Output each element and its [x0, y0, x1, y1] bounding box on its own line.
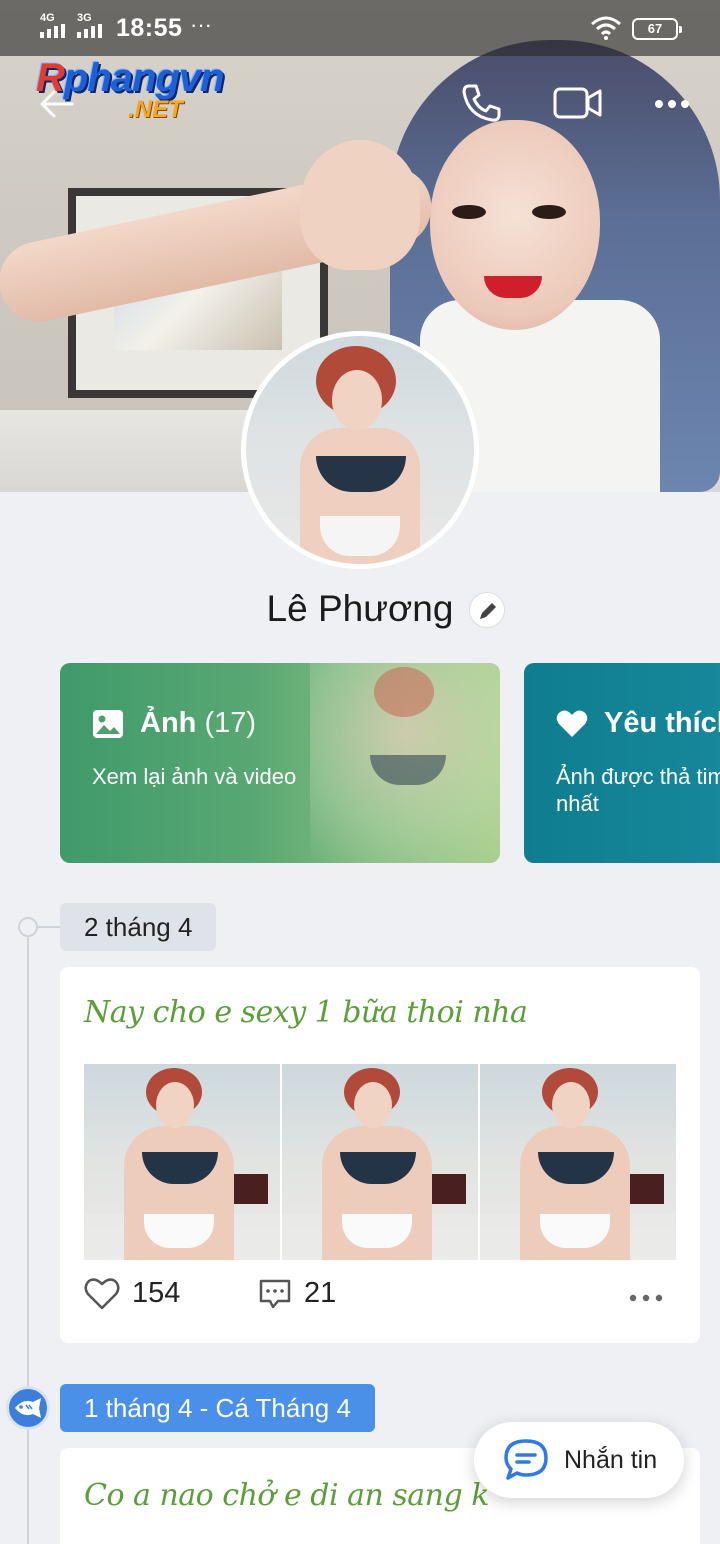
fish-icon: [15, 1398, 41, 1418]
timeline-connector: [37, 926, 61, 928]
pencil-icon: [480, 603, 496, 619]
profile-name: Lê Phương: [266, 588, 454, 629]
cover-eye-left: [452, 205, 486, 219]
cover-eye-right: [532, 205, 566, 219]
photos-card-title: Ảnh (17): [92, 707, 256, 740]
heart-outline-icon: [84, 1277, 120, 1309]
chat-bubble-icon: [504, 1439, 548, 1480]
post-image[interactable]: [282, 1064, 478, 1260]
profile-name-row: Lê Phương: [0, 588, 720, 630]
message-button-label: Nhắn tin: [564, 1445, 658, 1474]
more-options-icon[interactable]: [654, 98, 690, 110]
profile-avatar[interactable]: [241, 331, 479, 569]
comment-icon: [259, 1279, 291, 1308]
wifi-icon: [591, 16, 621, 40]
post-text: Co a nao chở e di an sang k: [84, 1478, 489, 1513]
favorites-card[interactable]: Yêu thích Ảnh được thả tim nhất: [524, 663, 720, 863]
signal-icon-2: [77, 24, 102, 38]
heart-icon: [556, 710, 588, 737]
timeline-line: [27, 926, 29, 1544]
post-actions: 154 21: [84, 1277, 676, 1329]
like-count: 154: [132, 1277, 181, 1309]
network-4g-label: 4G: [40, 12, 55, 24]
image-icon: [93, 709, 123, 738]
phone-call-icon[interactable]: [460, 82, 502, 124]
signal-icon: [40, 24, 65, 38]
edit-name-button[interactable]: [469, 592, 505, 628]
post-image[interactable]: [84, 1064, 280, 1260]
date-tag-special: 1 tháng 4 - Cá Tháng 4: [60, 1384, 375, 1432]
favorites-card-subtitle: Ảnh được thả tim nhất: [556, 764, 720, 816]
comment-button[interactable]: 21: [258, 1277, 336, 1310]
photos-card-subtitle: Xem lại ảnh và video: [92, 764, 297, 789]
post-more-icon[interactable]: [628, 1293, 664, 1303]
april-fools-badge: [6, 1386, 50, 1430]
photos-card[interactable]: Ảnh (17) Xem lại ảnh và video: [60, 663, 500, 863]
photos-card-preview: [310, 663, 500, 863]
post-image-grid: [84, 1064, 676, 1260]
date-tag: 2 tháng 4: [60, 903, 217, 951]
timeline-dot: [18, 917, 38, 937]
notification-dots: ···: [190, 12, 212, 37]
battery-icon: 67: [632, 18, 682, 40]
favorites-card-title: Yêu thích: [556, 707, 720, 740]
cover-face: [430, 120, 600, 330]
video-call-icon[interactable]: [552, 82, 604, 124]
post-text: Nay cho e sexy 1 bữa thoi nha: [84, 995, 528, 1030]
comment-count: 21: [304, 1277, 337, 1309]
post-image[interactable]: [480, 1064, 676, 1260]
clock: 18:55: [116, 14, 183, 42]
status-bar: 4G 3G 18:55 ··· 67: [0, 0, 720, 56]
timeline-post[interactable]: Nay cho e sexy 1 bữa thoi nha 154 21: [60, 967, 700, 1343]
cover-hand: [300, 140, 420, 270]
like-button[interactable]: 154: [84, 1277, 180, 1310]
message-button[interactable]: Nhắn tin: [474, 1422, 684, 1498]
back-arrow-icon[interactable]: [36, 84, 76, 124]
network-3g-label: 3G: [77, 12, 92, 24]
